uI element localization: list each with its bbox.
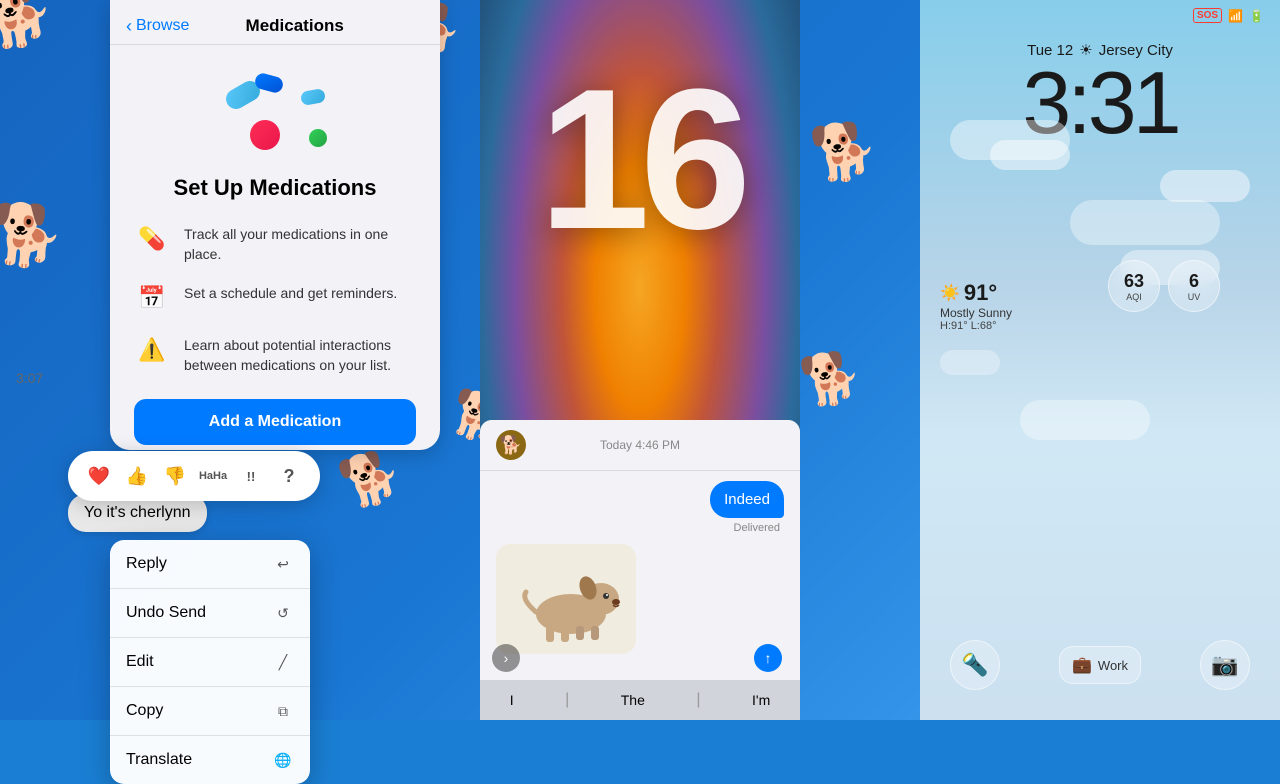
- menu-label-copy: Copy: [126, 702, 163, 720]
- menu-item-copy[interactable]: Copy ⧉: [110, 687, 310, 736]
- menu-label-translate: Translate: [126, 751, 192, 769]
- status-bar: SOS 📶 🔋: [920, 0, 1280, 31]
- messages-body: Indeed Delivered: [480, 471, 800, 671]
- aqi-label: AQI: [1126, 292, 1142, 302]
- keyboard-word-2[interactable]: The: [613, 688, 653, 712]
- aqi-widget: 63 AQI: [1108, 260, 1160, 312]
- weather-hi-lo: H:91° L:68°: [940, 320, 1012, 332]
- lock-bottom-controls: 🔦 💼 Work 📷: [920, 640, 1280, 690]
- sos-status: SOS: [1193, 8, 1222, 23]
- weather-temp: 91°: [964, 280, 997, 306]
- menu-label-undo-send: Undo Send: [126, 604, 206, 622]
- lockscreen-panel: SOS 📶 🔋 Tue 12 ☀ Jersey City 3:31 ☀️ 91°…: [920, 0, 1280, 720]
- work-button[interactable]: 💼 Work: [1059, 646, 1141, 684]
- cloud-6: [940, 350, 1000, 375]
- menu-item-translate[interactable]: Translate 🌐: [110, 736, 310, 784]
- keyboard-row: I | The | I'm: [480, 680, 800, 720]
- copy-icon: ⧉: [272, 700, 294, 722]
- translate-icon: 🌐: [272, 749, 294, 771]
- send-button[interactable]: ↑: [754, 644, 782, 672]
- dog-sticker-9: 🐕: [796, 346, 866, 413]
- weather-block: ☀️ 91° Mostly Sunny H:91° L:68°: [940, 280, 1012, 332]
- dog-sticker-5: 🐕: [807, 117, 881, 188]
- menu-item-undo-send[interactable]: Undo Send ↺: [110, 589, 310, 638]
- work-label: Work: [1098, 658, 1128, 673]
- expand-button[interactable]: ›: [492, 644, 520, 672]
- reaction-haha[interactable]: HaHa: [196, 459, 230, 493]
- menu-item-edit[interactable]: Edit ╱: [110, 638, 310, 687]
- reaction-question[interactable]: ?: [272, 459, 306, 493]
- weather-widget: ☀️ 91° Mostly Sunny H:91° L:68°: [940, 280, 1012, 332]
- reaction-thumbsup[interactable]: 👍: [120, 459, 154, 493]
- camera-icon: 📷: [1211, 652, 1238, 678]
- reaction-exclaim[interactable]: !!: [234, 459, 268, 493]
- menu-label-reply: Reply: [126, 555, 167, 573]
- dog-image-message: [496, 544, 636, 654]
- battery-icon: 🔋: [1249, 9, 1264, 23]
- edit-icon: ╱: [272, 651, 294, 673]
- keyboard-word-3[interactable]: I'm: [744, 688, 778, 712]
- cloud-2: [990, 140, 1070, 170]
- undo-send-icon: ↺: [272, 602, 294, 624]
- context-menu: Reply ↩ Undo Send ↺ Edit ╱ Copy ⧉ Transl…: [110, 540, 310, 784]
- reaction-thumbsdown[interactable]: 👎: [158, 459, 192, 493]
- reply-icon: ↩: [272, 553, 294, 575]
- ios16-number: 16: [480, 60, 800, 260]
- time-display: 3:07: [16, 370, 43, 386]
- sent-message: Indeed: [710, 481, 784, 518]
- uv-value: 6: [1189, 271, 1199, 292]
- flashlight-button[interactable]: 🔦: [950, 640, 1000, 690]
- messages-view: 🐕 Today 4:46 PM Indeed Delivered: [480, 420, 800, 720]
- menu-label-edit: Edit: [126, 653, 154, 671]
- messages-panel: 3:07 ❤️ 👍 👎 HaHa !! ? Yo it's cherlynn R…: [0, 0, 440, 720]
- flashlight-icon: 🔦: [961, 652, 988, 678]
- work-icon: 💼: [1072, 655, 1092, 675]
- messages-header-bar: 🐕 Today 4:46 PM: [480, 420, 800, 471]
- messages-timestamp: Today 4:46 PM: [526, 438, 754, 452]
- uv-label: UV: [1188, 292, 1201, 302]
- cloud-7: [1020, 400, 1150, 440]
- reaction-heart[interactable]: ❤️: [82, 459, 116, 493]
- camera-button[interactable]: 📷: [1200, 640, 1250, 690]
- sun-icon: ☀️: [940, 283, 960, 303]
- contact-avatar: 🐕: [496, 430, 526, 460]
- delivered-label: Delivered: [734, 522, 784, 534]
- uv-widget: 6 UV: [1168, 260, 1220, 312]
- cloud-3: [1070, 200, 1220, 245]
- keyboard-word-1[interactable]: I: [502, 688, 522, 712]
- cloud-5: [1160, 170, 1250, 202]
- aqi-value: 63: [1124, 271, 1144, 292]
- wifi-icon: 📶: [1228, 9, 1243, 23]
- reaction-bar: ❤️ 👍 👎 HaHa !! ?: [68, 451, 320, 501]
- menu-item-reply[interactable]: Reply ↩: [110, 540, 310, 589]
- weather-description: Mostly Sunny: [940, 306, 1012, 320]
